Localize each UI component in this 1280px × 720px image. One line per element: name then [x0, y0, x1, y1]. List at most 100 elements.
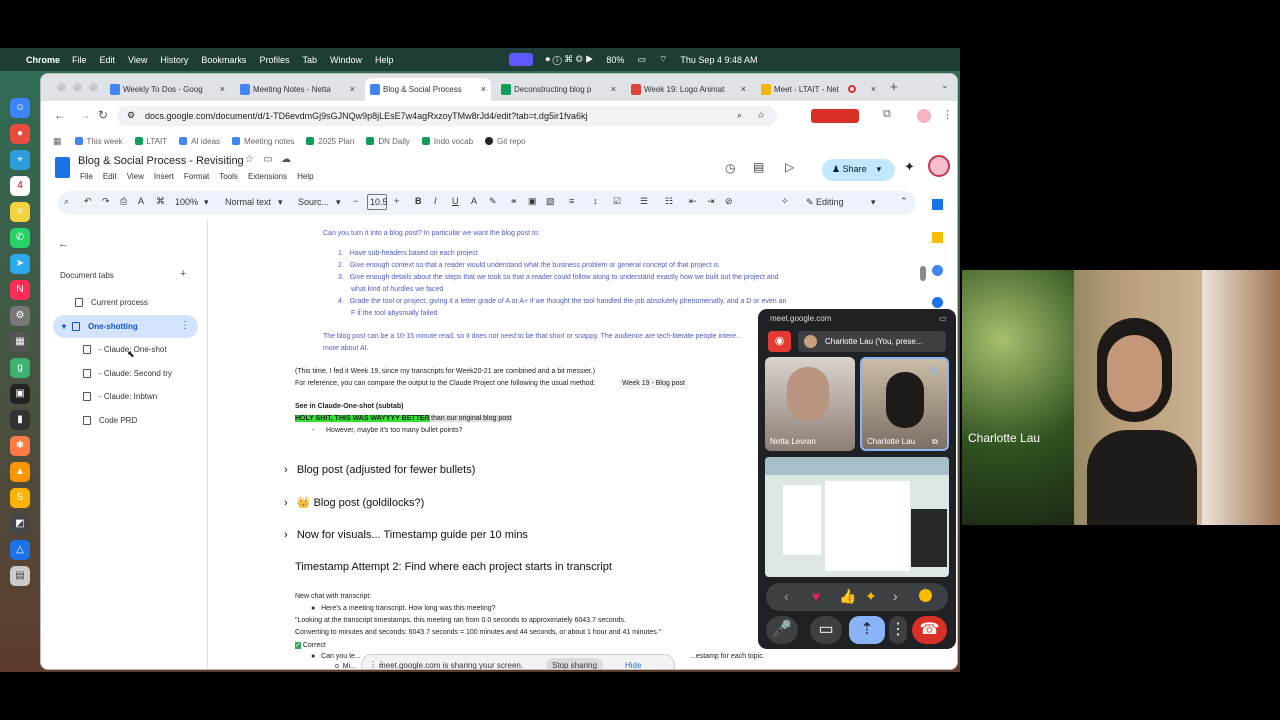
more-icon[interactable]: ⋮: [942, 108, 953, 121]
menubar-app-name[interactable]: Chrome: [26, 55, 60, 65]
browser-tab-week-19[interactable]: Week 19: Logo Animat ×: [626, 78, 751, 101]
stocks-icon[interactable]: ▮: [10, 410, 30, 430]
close-icon[interactable]: ×: [350, 84, 355, 94]
collapse-toolbar-icon[interactable]: ⌃: [900, 196, 908, 207]
tab-claude-second-try[interactable]: - Claude: Second try: [83, 369, 172, 378]
menubar-tab[interactable]: Tab: [302, 55, 317, 65]
text-color-icon[interactable]: A: [471, 196, 477, 206]
section-toggle-3[interactable]: › Now for visuals... Timestamp guide per…: [284, 529, 528, 541]
chevron-down-icon[interactable]: ▾: [871, 197, 876, 208]
paint-format-icon[interactable]: ⌘: [156, 196, 165, 207]
browser-tab-deconstructing-blog[interactable]: Deconstructing blog p ×: [496, 78, 621, 101]
grammarly-icon[interactable]: g: [10, 358, 30, 378]
chrome-icon[interactable]: ●: [10, 124, 30, 144]
safari-icon[interactable]: ⌖: [10, 150, 30, 170]
move-folder-icon[interactable]: ▭: [263, 154, 272, 165]
back-icon[interactable]: ←: [54, 108, 66, 122]
share-button[interactable]: ♟ Share ▾: [822, 159, 895, 181]
participant-tile-charlotte[interactable]: ▥ Charlotte Lau ⧉: [860, 357, 949, 451]
undo-icon[interactable]: ↶: [84, 196, 92, 207]
add-comment-icon[interactable]: ▣: [528, 196, 537, 207]
underline-icon[interactable]: U: [452, 196, 459, 206]
microphone-button[interactable]: 🎤: [766, 616, 798, 644]
align-icon[interactable]: ≡: [569, 196, 574, 206]
extensions-icon[interactable]: ⧉: [883, 108, 891, 121]
docs-menu-format[interactable]: Format: [184, 172, 209, 181]
screen-share-icon[interactable]: [508, 53, 533, 66]
meet-camera-icon[interactable]: ▷: [785, 160, 794, 174]
insert-image-icon[interactable]: ▧: [546, 196, 555, 207]
tab-one-shotting[interactable]: ▾ One-shotting: [62, 322, 138, 331]
vlc-icon[interactable]: ▲: [10, 462, 30, 482]
bold-icon[interactable]: B: [415, 196, 422, 206]
browser-tab-weekly-todos[interactable]: Weekly To Dos - Goog ×: [105, 78, 230, 101]
chevron-down-icon[interactable]: ▾: [336, 197, 341, 208]
present-button[interactable]: ⇡: [849, 616, 885, 644]
chevron-down-icon[interactable]: ▾: [278, 197, 283, 208]
menubar-help[interactable]: Help: [375, 55, 394, 65]
files-icon[interactable]: ▦: [10, 332, 30, 352]
keep-icon[interactable]: [932, 232, 943, 243]
party-reaction-icon[interactable]: ✦: [865, 588, 877, 605]
notes-icon[interactable]: ≡: [10, 202, 30, 222]
menubar-profiles[interactable]: Profiles: [259, 55, 289, 65]
bookmark-meeting-notes[interactable]: Meeting notes: [232, 137, 294, 146]
version-history-icon[interactable]: ◷: [725, 161, 735, 175]
star-icon[interactable]: ☆: [245, 154, 254, 165]
chevron-down-icon[interactable]: ▾: [204, 197, 209, 208]
menubar-edit[interactable]: Edit: [100, 55, 116, 65]
participant-tile-netta[interactable]: Netta Levran: [765, 357, 855, 451]
contacts-icon[interactable]: [932, 297, 943, 308]
wifi-icon[interactable]: ⌔: [659, 54, 667, 65]
more-options-icon[interactable]: ⋮: [889, 616, 907, 644]
reload-icon[interactable]: ↻: [98, 108, 108, 122]
close-icon[interactable]: ×: [741, 84, 746, 94]
emoji-icon[interactable]: [919, 589, 932, 602]
box-icon[interactable]: ▣: [10, 384, 30, 404]
decrease-font-size-icon[interactable]: −: [353, 196, 358, 206]
thumbs-up-reaction-icon[interactable]: 👍: [839, 588, 856, 605]
url-bar[interactable]: ⚙ docs.google.com/document/d/1-TD6evdmGj9…: [117, 106, 777, 126]
stop-sharing-button[interactable]: Stop sharing: [546, 658, 603, 669]
pip-expand-icon[interactable]: ▭: [939, 314, 947, 323]
bookmark-indo-vocab[interactable]: Indo vocab: [421, 137, 473, 146]
new-tab-button[interactable]: +: [890, 79, 898, 94]
increase-font-size-icon[interactable]: +: [394, 196, 399, 206]
comments-icon[interactable]: ▤: [753, 160, 764, 174]
bookmark-ltait[interactable]: LTAIT: [134, 137, 167, 146]
tab-code-prd[interactable]: Code PRD: [83, 416, 137, 425]
paragraph-style-select[interactable]: Normal text: [225, 197, 271, 207]
menubar-view[interactable]: View: [128, 55, 147, 65]
checklist-icon[interactable]: ☑: [613, 196, 621, 207]
calendar-icon[interactable]: 4: [10, 176, 30, 196]
forward-icon[interactable]: →: [79, 108, 91, 122]
docs-menu-view[interactable]: View: [127, 172, 144, 181]
menubar-file[interactable]: File: [72, 55, 87, 65]
docs-menu-insert[interactable]: Insert: [154, 172, 174, 181]
heart-reaction-icon[interactable]: ♥: [812, 588, 820, 604]
docs-menu-extensions[interactable]: Extensions: [248, 172, 287, 181]
docs-menu-file[interactable]: File: [80, 172, 93, 181]
collapse-arrow-icon[interactable]: ▾: [62, 322, 66, 331]
document-title[interactable]: Blog & Social Process - Revisiting: [78, 155, 244, 167]
calendar-icon[interactable]: [932, 199, 943, 210]
profile-avatar[interactable]: [917, 109, 931, 123]
line-spacing-icon[interactable]: ↕: [593, 196, 598, 206]
bookmark-dn-daily[interactable]: DN Daily: [366, 137, 410, 146]
docs-menu-edit[interactable]: Edit: [103, 172, 117, 181]
redo-icon[interactable]: ↷: [102, 196, 110, 207]
highlight-icon[interactable]: ✎: [489, 196, 497, 207]
tasks-icon[interactable]: [932, 265, 943, 276]
zoom-icon[interactable]: ⌕: [737, 110, 742, 121]
menubar-bookmarks[interactable]: Bookmarks: [201, 55, 246, 65]
battery-percent[interactable]: 80%: [606, 55, 624, 65]
sublime-icon[interactable]: S: [10, 488, 30, 508]
bookmark-git-repo[interactable]: Git repo: [485, 137, 526, 146]
tab-claude-inbtwn[interactable]: - Claude: Inbtwn: [83, 392, 157, 401]
tab-options-icon[interactable]: ⋮: [180, 320, 190, 331]
extension-icons[interactable]: [811, 109, 859, 123]
clear-formatting-icon[interactable]: ⊘: [725, 196, 733, 207]
zoom-select[interactable]: 100%: [175, 197, 198, 207]
font-select[interactable]: Sourc...: [298, 197, 329, 207]
font-size-input[interactable]: 10.5: [367, 194, 388, 210]
